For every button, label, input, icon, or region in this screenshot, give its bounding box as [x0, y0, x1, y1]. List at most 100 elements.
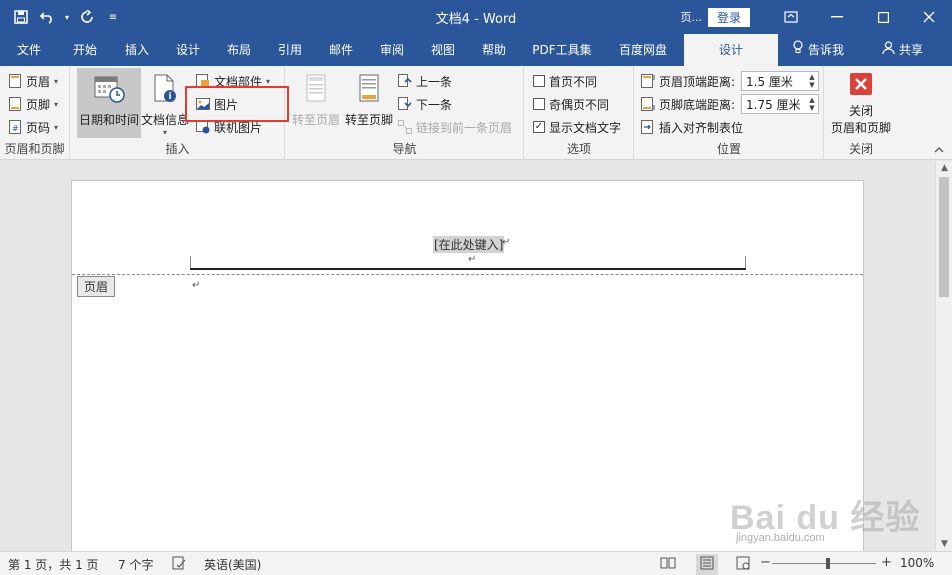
tab-layout[interactable]: 布局	[216, 34, 262, 66]
link-previous-button[interactable]: 链接到前一条页眉	[398, 117, 512, 137]
web-layout-icon[interactable]	[736, 556, 750, 573]
tab-review[interactable]: 审阅	[369, 34, 415, 66]
checkbox-box	[533, 98, 545, 110]
zoom-out-icon[interactable]: −	[760, 555, 771, 570]
maximize-icon[interactable]	[860, 0, 906, 34]
odd-even-label: 奇偶页不同	[549, 97, 610, 112]
close-window-icon[interactable]	[906, 0, 952, 34]
group-close: 关闭 页眉和页脚 关闭	[825, 66, 897, 160]
redo-icon[interactable]	[76, 6, 98, 28]
context-tag: 页...	[680, 11, 702, 24]
tab-help[interactable]: 帮助	[471, 34, 517, 66]
paragraph-mark: ↵	[502, 237, 511, 248]
link-icon	[398, 119, 412, 135]
date-time-button[interactable]: 日期和时间	[77, 68, 141, 138]
different-first-page-checkbox[interactable]: 首页不同	[533, 71, 597, 91]
link-previous-label: 链接到前一条页眉	[416, 120, 513, 135]
group-label: 关闭	[848, 142, 873, 156]
lightbulb-icon	[792, 34, 804, 66]
tab-home[interactable]: 开始	[62, 34, 108, 66]
goto-footer-button[interactable]: 转至页脚	[342, 68, 396, 138]
header-button[interactable]: 页眉 ▾	[8, 71, 58, 91]
close-label-line1: 关闭	[848, 104, 873, 118]
group-options: 首页不同 奇偶页不同 ✓ 显示文档文字 选项	[525, 66, 634, 160]
show-document-text-checkbox[interactable]: ✓ 显示文档文字	[533, 117, 621, 137]
tab-pdf-tools[interactable]: PDF工具集	[524, 34, 600, 66]
scroll-down-icon[interactable]: ▼	[936, 539, 952, 549]
customize-qat-icon[interactable]: ≡	[102, 6, 124, 28]
tab-mailings[interactable]: 邮件	[318, 34, 364, 66]
scroll-thumb[interactable]	[939, 177, 949, 297]
spin-arrows[interactable]: ▲ ▼	[806, 72, 818, 90]
save-icon[interactable]	[10, 6, 32, 28]
vertical-scrollbar[interactable]: ▲ ▼	[935, 161, 952, 551]
collapse-ribbon-icon[interactable]	[934, 145, 944, 156]
tell-me-box[interactable]: 告诉我	[792, 34, 844, 66]
spin-arrows[interactable]: ▲ ▼	[806, 95, 818, 113]
header-tag: 页眉	[77, 276, 116, 297]
chevron-down-icon: ▾	[54, 99, 59, 109]
person-icon	[882, 34, 895, 66]
minimize-icon[interactable]	[814, 0, 860, 34]
goto-header-button[interactable]: 转至页眉	[290, 68, 342, 138]
page-count[interactable]: 第 1 页，共 1 页	[8, 556, 99, 573]
title-bar: ▾ ≡ 文档4 - Word 页... 登录	[0, 0, 952, 34]
ribbon: 页眉 ▾ 页脚 ▾ # 页码 ▾ 页眉和页脚 日期和时间 文档信息 ▾ 文档部件…	[0, 66, 952, 160]
highlight-box	[185, 86, 289, 122]
insert-alignment-tab-button[interactable]: 插入对齐制表位	[641, 117, 743, 137]
footer-position-icon	[641, 96, 655, 112]
zoom-slider-thumb[interactable]	[826, 558, 830, 569]
read-mode-icon[interactable]	[660, 556, 676, 573]
page-number-button[interactable]: # 页码 ▾	[8, 117, 58, 137]
header-placeholder-text[interactable]: [在此处键入]	[433, 236, 505, 253]
close-x-icon	[849, 72, 873, 99]
tab-file[interactable]: 文件	[6, 34, 52, 66]
next-label: 下一条	[416, 97, 453, 112]
zoom-level[interactable]: 100%	[900, 556, 934, 570]
doc-info-label: 文档信息	[141, 113, 190, 127]
undo-dropdown-icon[interactable]: ▾	[62, 6, 72, 28]
different-odd-even-checkbox[interactable]: 奇偶页不同	[533, 94, 609, 114]
scroll-up-icon[interactable]: ▲	[936, 163, 952, 173]
word-count[interactable]: 7 个字	[118, 556, 153, 573]
tab-header-footer-design[interactable]: 设计	[684, 34, 778, 66]
header-icon	[8, 73, 22, 89]
footer-from-bottom-value: 1.75 厘米	[746, 97, 801, 112]
proofing-icon[interactable]	[172, 556, 186, 573]
tab-design[interactable]: 设计	[165, 34, 211, 66]
tab-insert[interactable]: 插入	[114, 34, 160, 66]
undo-icon[interactable]	[36, 6, 58, 28]
status-bar: 第 1 页，共 1 页 7 个字 英语(美国) − + 100%	[0, 551, 952, 575]
checkbox-checked: ✓	[533, 121, 545, 133]
ribbon-display-options-icon[interactable]	[768, 0, 814, 34]
tab-view[interactable]: 视图	[420, 34, 466, 66]
footer-from-bottom-input[interactable]: 1.75 厘米 ▲ ▼	[741, 94, 819, 114]
group-label: 选项	[566, 142, 591, 156]
footer-button[interactable]: 页脚 ▾	[8, 94, 58, 114]
chevron-down-icon: ▾	[162, 128, 167, 137]
close-header-footer-button[interactable]: 关闭 页眉和页脚	[827, 72, 895, 140]
page-number-label: 页码	[26, 120, 51, 135]
next-button[interactable]: 下一条	[398, 94, 452, 114]
group-position: 页眉顶端距离: 1.5 厘米 ▲ ▼ 页脚底端距离: 1.75 厘米 ▲ ▼ 插入对…	[635, 66, 824, 160]
print-layout-icon[interactable]	[696, 554, 718, 575]
checkbox-box	[533, 75, 545, 87]
document-info-icon	[152, 74, 178, 107]
footer-from-bottom-label: 页脚底端距离:	[659, 97, 736, 112]
watermark-sub-text: jingyan.baidu.com	[736, 532, 825, 544]
date-time-label: 日期和时间	[78, 113, 139, 127]
page-number-icon: #	[8, 119, 22, 135]
chevron-down-icon: ▾	[54, 76, 59, 86]
header-label: 页眉	[26, 74, 51, 89]
login-button[interactable]: 登录	[707, 7, 750, 27]
tab-baidu-netdisk[interactable]: 百度网盘	[607, 34, 679, 66]
previous-button[interactable]: 上一条	[398, 71, 452, 91]
alignment-tab-icon	[641, 119, 655, 135]
header-from-top-input[interactable]: 1.5 厘米 ▲ ▼	[741, 71, 819, 91]
tab-references[interactable]: 引用	[267, 34, 313, 66]
zoom-slider[interactable]	[772, 563, 876, 564]
share-button[interactable]: 共享	[882, 34, 923, 66]
language[interactable]: 英语(美国)	[204, 556, 261, 573]
doc-info-button[interactable]: 文档信息 ▾	[141, 68, 190, 138]
zoom-in-icon[interactable]: +	[881, 555, 892, 570]
